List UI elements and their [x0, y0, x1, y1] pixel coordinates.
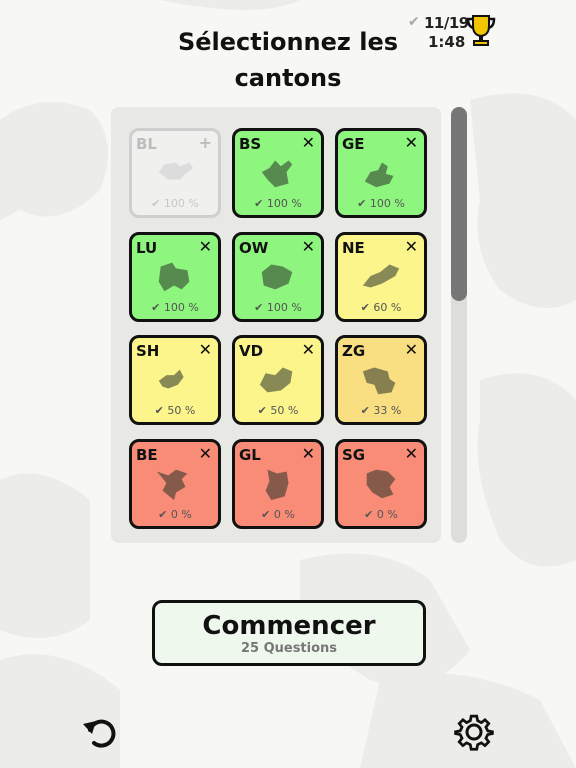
canton-tile-lu[interactable]: LU ✕ ✔ 100 %	[129, 231, 221, 322]
canton-shape-icon	[261, 160, 293, 188]
remove-icon[interactable]: ✕	[302, 340, 315, 359]
stats-panel: ✔ 11/19 1:48	[408, 14, 498, 51]
canton-shape-icon	[366, 469, 396, 498]
question-count: 25 Questions	[240, 641, 338, 656]
remove-icon[interactable]: ✕	[302, 237, 315, 256]
canton-score: ✔ 100 %	[151, 300, 199, 314]
canton-tile-ne[interactable]: NE ✕ ✔ 60 %	[335, 231, 427, 322]
canton-tile-sh[interactable]: SH ✕ ✔ 50 %	[129, 335, 221, 425]
canton-shape-icon	[364, 162, 394, 188]
gear-icon[interactable]	[454, 712, 494, 752]
trophy-icon	[466, 15, 496, 46]
canton-score: ✔ 100 %	[151, 197, 199, 210]
remove-icon[interactable]: ✕	[199, 237, 212, 256]
score-text: 11/19	[424, 14, 469, 32]
remove-icon[interactable]: ✕	[302, 133, 315, 152]
canton-tile-sg[interactable]: SG ✕ ✔ 0 %	[335, 438, 427, 529]
start-button-label: Commencer	[202, 611, 376, 641]
remove-icon[interactable]: ✕	[199, 444, 212, 463]
canton-shape-icon	[261, 264, 293, 289]
page-title: Sélectionnez les cantons	[177, 28, 399, 92]
remove-icon[interactable]: ✕	[405, 133, 418, 152]
canton-score: ✔ 0 %	[364, 507, 398, 521]
remove-icon[interactable]: ✕	[405, 340, 418, 359]
canton-shape-icon	[158, 162, 194, 180]
canton-tile-zg[interactable]: ZG ✕ ✔ 33 %	[335, 335, 427, 425]
add-icon[interactable]: +	[199, 133, 212, 152]
canton-shape-icon	[362, 264, 400, 287]
canton-tile-ge[interactable]: GE ✕ ✔ 100 %	[335, 128, 427, 218]
remove-icon[interactable]: ✕	[405, 237, 418, 256]
canton-score: ✔ 100 %	[254, 300, 302, 314]
scrollbar-thumb[interactable]	[451, 107, 467, 301]
canton-score: ✔ 100 %	[254, 197, 302, 210]
canton-score: ✔ 0 %	[158, 507, 192, 521]
canton-tile-ow[interactable]: OW ✕ ✔ 100 %	[232, 231, 324, 322]
canton-tile-bs[interactable]: BS ✕ ✔ 100 %	[232, 128, 324, 218]
canton-tile-vd[interactable]: VD ✕ ✔ 50 %	[232, 335, 324, 425]
remove-icon[interactable]: ✕	[199, 340, 212, 359]
canton-score: ✔ 50 %	[257, 404, 299, 417]
canton-tile-gl[interactable]: GL ✕ ✔ 0 %	[232, 438, 324, 529]
canton-shape-icon	[158, 262, 190, 291]
remove-icon[interactable]: ✕	[302, 444, 315, 463]
start-button[interactable]: Commencer 25 Questions	[152, 600, 426, 666]
canton-score: ✔ 100 %	[357, 197, 405, 210]
canton-score: ✔ 33 %	[360, 404, 402, 417]
canton-shape-icon	[362, 367, 396, 395]
canton-tile-bl[interactable]: BL + ✔ 100 %	[129, 128, 221, 218]
canton-tile-be[interactable]: BE ✕ ✔ 0 %	[129, 438, 221, 529]
remove-icon[interactable]: ✕	[405, 444, 418, 463]
canton-score: ✔ 0 %	[261, 507, 295, 521]
canton-shape-icon	[259, 367, 293, 393]
timer-text: 1:48	[428, 33, 466, 51]
canton-shape-icon	[158, 369, 184, 389]
canton-score: ✔ 60 %	[360, 300, 402, 314]
undo-icon[interactable]	[80, 712, 120, 752]
canton-shape-icon	[265, 469, 289, 500]
canton-shape-icon	[156, 469, 188, 500]
canton-score: ✔ 50 %	[154, 404, 196, 417]
